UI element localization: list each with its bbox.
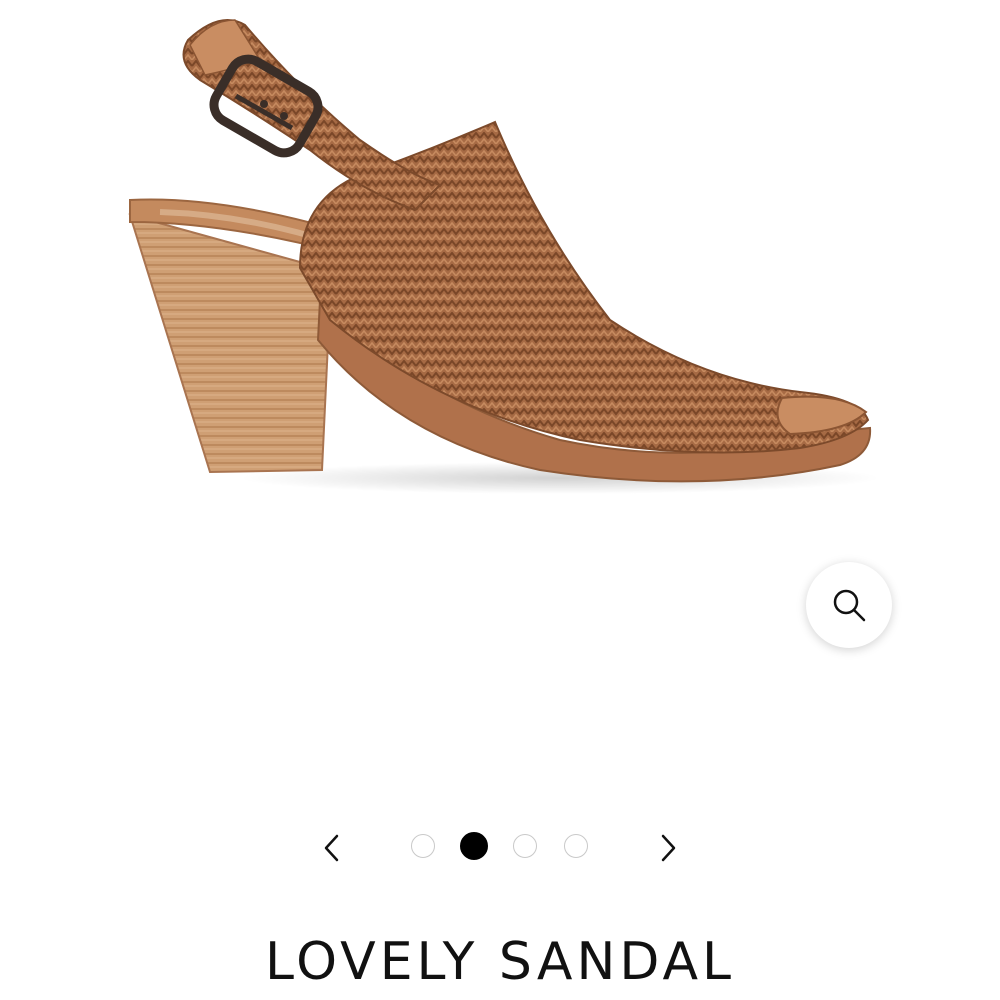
magnifier-icon [833, 589, 866, 622]
carousel-dot-2[interactable] [460, 832, 488, 860]
product-image[interactable] [0, 0, 1000, 560]
carousel-dot-4[interactable] [564, 834, 588, 858]
carousel-nav [0, 822, 1000, 874]
carousel-prev-button[interactable] [312, 822, 352, 874]
zoom-button[interactable] [806, 562, 892, 648]
carousel-dot-3[interactable] [513, 834, 537, 858]
chevron-left-icon [324, 834, 339, 862]
chevron-right-icon [661, 834, 676, 862]
carousel-next-button[interactable] [648, 822, 688, 874]
product-page: LOVELY SANDAL [0, 0, 1000, 1000]
product-title: LOVELY SANDAL [264, 932, 736, 992]
carousel-dot-1[interactable] [411, 834, 435, 858]
